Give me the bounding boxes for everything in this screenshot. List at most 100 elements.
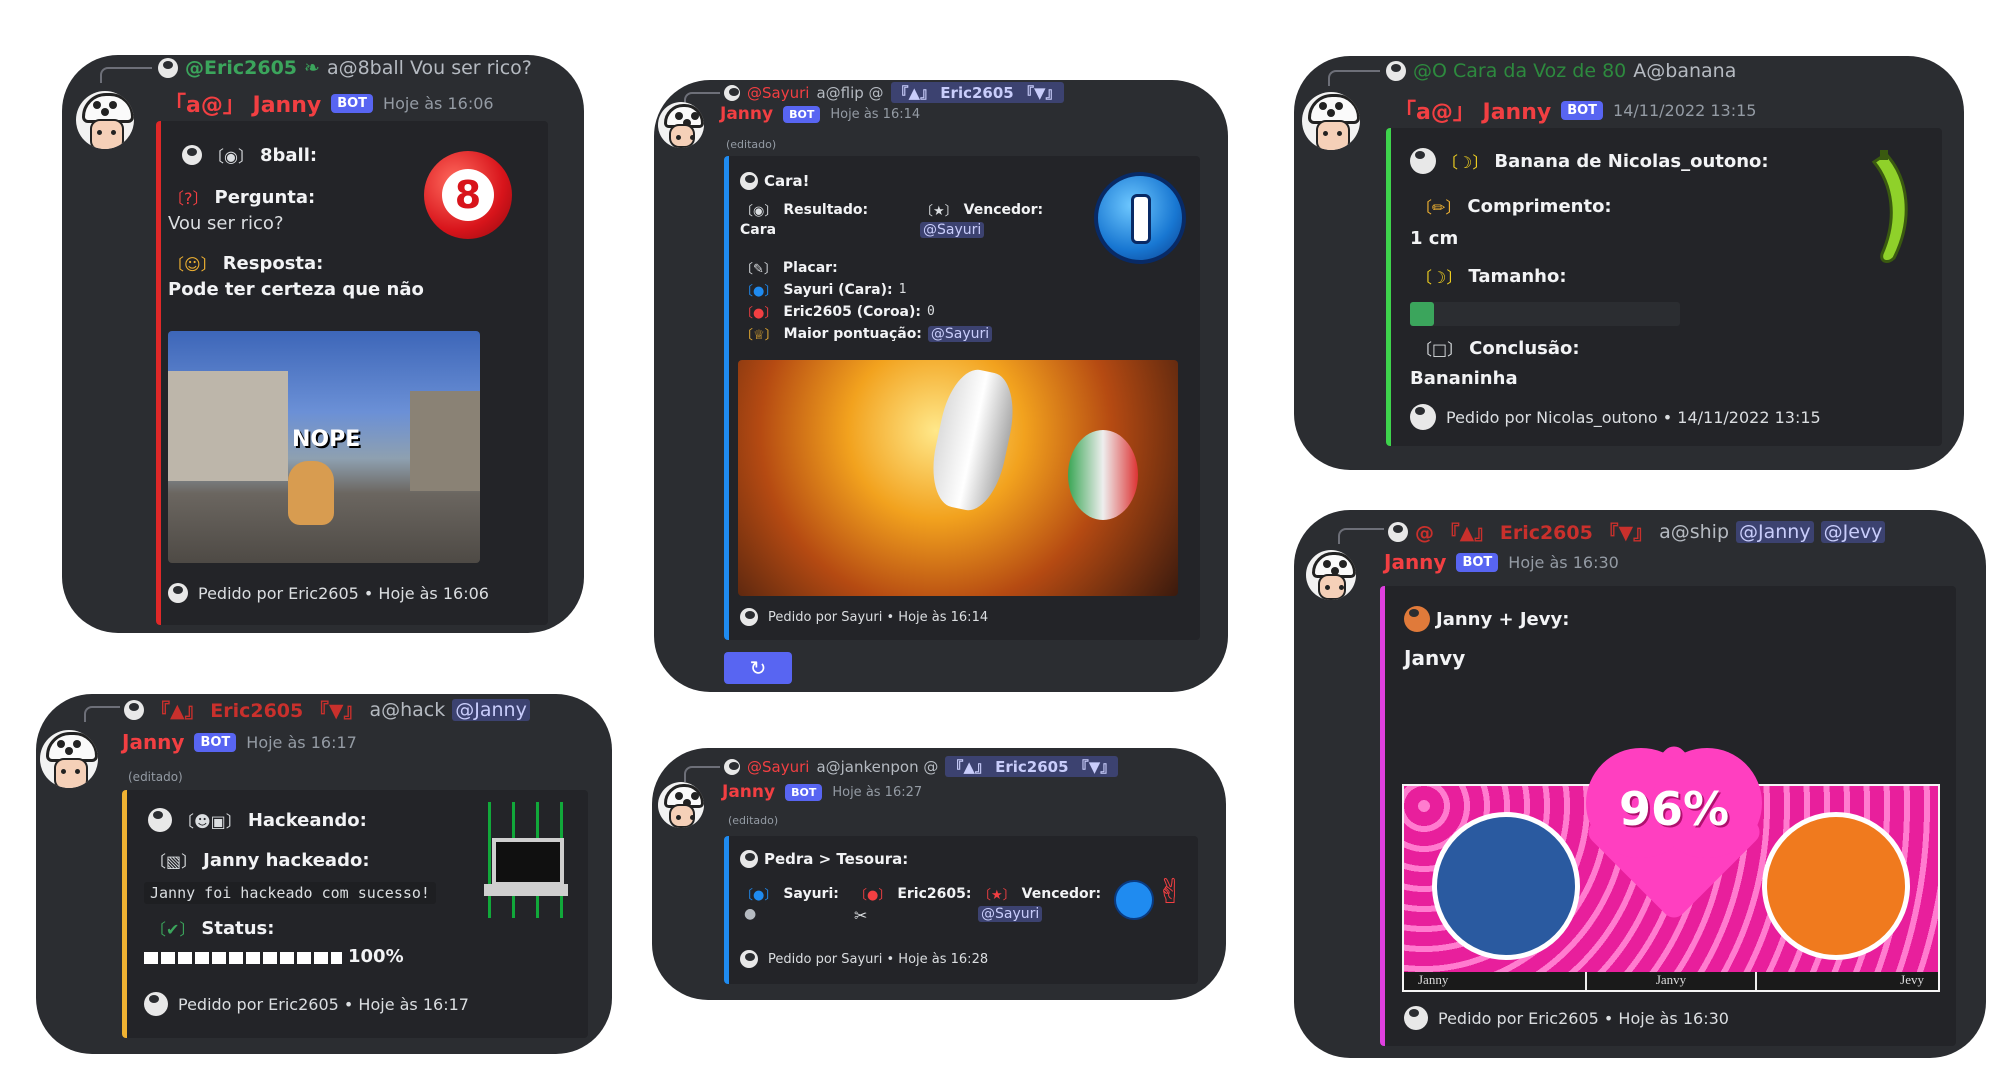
reply-curve xyxy=(1338,528,1384,544)
embed: 〔☻▣〕 Hackeando: 〔▧〕 Janny hackeado: Jann… xyxy=(122,790,588,1038)
avatar[interactable] xyxy=(76,91,134,149)
username[interactable]: Janny xyxy=(722,782,775,802)
avatar[interactable] xyxy=(658,782,704,828)
username[interactable]: Janny xyxy=(122,730,184,754)
embed-accent-bar xyxy=(724,156,729,640)
reply-command: a@ship xyxy=(1659,520,1730,543)
reply-curve xyxy=(1328,70,1380,86)
banana-thumbnail[interactable] xyxy=(1836,148,1916,268)
reply-target-1[interactable]: @Janny xyxy=(1736,520,1814,543)
conclusion-value: Bananinha xyxy=(1410,368,1518,389)
avatar[interactable] xyxy=(1306,550,1356,600)
panel-hack: 『▲』 Eric2605 『▼』 a@hack @Janny Janny BOT… xyxy=(36,694,612,1054)
label-left: Janny xyxy=(1404,972,1588,990)
nope-gif[interactable]: NOPE xyxy=(168,331,480,563)
avatar-left xyxy=(1432,812,1580,960)
embed: Cara! 〔◉〕 Resultado: Cara 〔★〕 Vencedor: … xyxy=(724,156,1200,640)
reply-username[interactable]: @O Cara da Voz de 80 xyxy=(1413,60,1626,82)
length-value: 1 cm xyxy=(1410,228,1459,249)
length-label: 〔✏〕 Comprimento: xyxy=(1416,194,1612,218)
laptop-thumbnail[interactable] xyxy=(478,802,574,918)
reply-username[interactable]: @Eric2605 xyxy=(185,57,297,79)
blue-circle-icon: 〔●〕 xyxy=(740,888,778,903)
reply-username[interactable]: @ 『▲』 Eric2605 『▼』 xyxy=(1415,518,1652,545)
username[interactable]: Janny xyxy=(1384,550,1446,574)
username[interactable]: 「a@」 Janny xyxy=(164,87,321,119)
reply-mention[interactable]: 『▲』 Eric2605 『▼』 xyxy=(151,696,362,723)
avatar[interactable] xyxy=(40,730,98,788)
reply-target-2[interactable]: @Jevy xyxy=(1820,520,1886,543)
footer-avatar xyxy=(144,992,168,1016)
name-strip: Janny Janvy Jevy xyxy=(1404,972,1938,990)
building xyxy=(168,371,288,481)
winner-mention[interactable]: @Sayuri xyxy=(978,906,1043,922)
embed-accent-bar xyxy=(156,121,161,625)
banana-icon: 〔☽〕 xyxy=(1416,268,1463,287)
reply-avatar xyxy=(724,84,740,101)
footer-avatar xyxy=(740,608,758,626)
reply-line[interactable]: @Eric2605 ❧ a@8ball Vou ser rico? xyxy=(100,57,532,83)
username[interactable]: Janny xyxy=(720,104,773,124)
page-icon: 〔□〕 xyxy=(1416,340,1464,359)
top-score-label: Maior pontuação: xyxy=(783,325,922,342)
coin-flip-gif[interactable] xyxy=(738,360,1178,596)
message-header: Janny BOT Hoje às 16:17 xyxy=(122,730,357,754)
question-label-text: Pergunta: xyxy=(214,186,316,208)
reply-avatar xyxy=(124,699,144,720)
reply-line[interactable]: @O Cara da Voz de 80 A@banana xyxy=(1328,60,1736,86)
embed-accent-bar xyxy=(122,790,127,1038)
username[interactable]: 「a@」 Janny xyxy=(1394,94,1551,126)
refresh-button[interactable]: ↻ xyxy=(724,652,792,684)
conclusion-label-text: Conclusão: xyxy=(1469,337,1580,359)
message-header: Janny BOT Hoje às 16:14 xyxy=(720,104,920,124)
answer-value: Pode ter certeza que não xyxy=(168,279,424,300)
reply-username[interactable]: @Sayuri xyxy=(747,758,809,776)
label-right: Jevy xyxy=(1900,972,1924,987)
embed-title: Pedra > Tesoura: xyxy=(740,850,908,868)
result-label: 〔◉〕 Resultado: xyxy=(740,200,868,220)
memo-icon: 〔✎〕 xyxy=(740,262,777,277)
bot-badge: BOT xyxy=(785,783,823,801)
check-icon: 〔✔〕 xyxy=(150,920,196,939)
top-score-mention[interactable]: @Sayuri xyxy=(927,325,993,342)
score-row-1: 〔●〕 Sayuri (Cara): 1 xyxy=(740,280,907,300)
embed-accent-bar xyxy=(1386,128,1391,446)
score1-value: 1 xyxy=(898,282,907,297)
avatar[interactable] xyxy=(1302,92,1360,150)
reply-username[interactable]: @Sayuri xyxy=(747,84,809,102)
reply-line[interactable]: @Sayuri a@flip @ 『▲』 Eric2605 『▼』 xyxy=(684,82,1064,108)
reply-mention[interactable]: 『▲』 Eric2605 『▼』 xyxy=(945,756,1119,777)
message-header: Janny BOT Hoje às 16:30 xyxy=(1384,550,1619,574)
author-avatar xyxy=(148,808,172,832)
title-text: Hackeando: xyxy=(247,809,367,831)
coin-thumbnail[interactable] xyxy=(1094,172,1186,264)
mask-icon: 〔▧〕 xyxy=(150,852,198,871)
edited-label: (editado) xyxy=(728,814,779,827)
reply-target[interactable]: @Janny xyxy=(452,698,530,721)
winner-label-text: Vencedor: xyxy=(963,201,1044,218)
timestamp: 14/11/2022 13:15 xyxy=(1613,100,1757,120)
8ball-icon: 〔◉〕 xyxy=(208,147,254,166)
winner-label: 〔★〕 Vencedor: xyxy=(920,200,1044,220)
8ball-thumbnail[interactable]: 8 xyxy=(424,151,512,239)
reply-line[interactable]: @ 『▲』 Eric2605 『▼』 a@ship @Janny @Jevy xyxy=(1338,518,1886,545)
heart-icon: 96% xyxy=(1583,741,1765,924)
ship-image[interactable]: 96% Janny Janvy Jevy xyxy=(1402,741,1940,992)
embed-title: 〔◉〕 8ball: xyxy=(182,143,317,167)
title-text: Banana de Nicolas_outono: xyxy=(1494,150,1769,172)
leaf-icon: ❧ xyxy=(304,57,320,79)
conclusion-label: 〔□〕 Conclusão: xyxy=(1416,336,1580,360)
building-right xyxy=(410,391,480,491)
reply-mention[interactable]: 『▲』 Eric2605 『▼』 xyxy=(890,82,1064,103)
scissors-icon: ✂ xyxy=(854,906,868,925)
coin-icon: 〔◉〕 xyxy=(740,204,778,219)
avatar[interactable] xyxy=(658,102,704,148)
reply-line[interactable]: @Sayuri a@jankenpon @ 『▲』 Eric2605 『▼』 xyxy=(684,756,1119,782)
winner-mention[interactable]: @Sayuri xyxy=(920,222,985,238)
winner-label-text: Vencedor: xyxy=(1021,885,1102,902)
timestamp: Hoje às 16:30 xyxy=(1508,552,1619,572)
reply-line[interactable]: 『▲』 Eric2605 『▼』 a@hack @Janny xyxy=(84,696,530,723)
footer-text: Pedido por Eric2605 • Hoje às 16:17 xyxy=(178,994,469,1014)
length-label-text: Comprimento: xyxy=(1467,195,1612,217)
top-score-row: 〔♕〕 Maior pontuação: @Sayuri xyxy=(740,324,993,343)
